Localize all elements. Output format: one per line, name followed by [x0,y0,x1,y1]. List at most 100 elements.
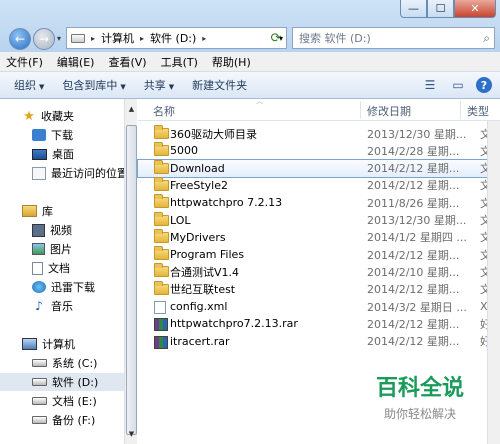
sort-arrow-icon: ︿ [256,97,263,105]
column-name[interactable]: 名称 [153,103,175,119]
sidebar-item-xunlei[interactable]: 迅雷下载 [32,278,95,296]
preview-pane-icon[interactable]: ▭ [448,76,468,94]
back-button[interactable]: ← [9,28,31,50]
menu-help[interactable]: 帮助(H) [212,54,251,70]
sidebar-computer[interactable]: 计算机 [22,335,75,353]
view-options-icon[interactable]: ☰ [420,76,440,94]
new-folder-button[interactable]: 新建文件夹 [192,77,247,93]
breadcrumb-separator-icon[interactable]: ▸ [140,34,144,43]
sidebar-favorites[interactable]: ★ 收藏夹 [22,107,74,125]
video-icon [32,223,45,237]
sidebar-item-desktop[interactable]: 桌面 [32,145,74,163]
sidebar-item-recent[interactable]: 最近访问的位置 [32,164,128,182]
maximize-button[interactable]: ☐ [427,0,454,18]
watermark-title: 百科全说 [375,376,464,401]
search-input[interactable]: 搜索 软件 (D:) ⌕ [292,27,495,49]
table-row[interactable]: 360驱动大师目录2013/12/30 星期...文件 [138,125,500,142]
organize-button[interactable]: 组织 ▼ [14,77,44,93]
scroll-up-icon[interactable]: ▲ [126,102,137,116]
file-date: 2014/2/12 星期... [367,179,460,193]
sidebar-item-label: 桌面 [52,148,74,161]
table-row[interactable]: MyDrivers2014/1/2 星期四 ...文件 [138,228,500,246]
table-row[interactable]: 世纪互联test2014/2/12 星期...文件 [138,280,500,298]
scroll-down-icon[interactable]: ▼ [126,427,137,441]
search-icon[interactable]: ⌕ [483,31,490,46]
menu-file[interactable]: 文件(F) [6,54,43,70]
menu-tools[interactable]: 工具(T) [161,54,198,70]
folder-icon [154,228,169,243]
view-controls: ☰ ▭ ? [420,76,492,94]
address-bar[interactable]: ▸ 计算机 ▸ 软件 (D:) ▸ ▾ [66,27,287,49]
menu-view[interactable]: 查看(V) [108,54,146,70]
archive-icon [154,335,168,349]
sidebar-item-documents[interactable]: 文档 [32,259,70,277]
xunlei-icon [32,281,46,293]
table-row[interactable]: Program Files2014/2/12 星期...文件 [138,246,500,263]
file-date: 2014/2/28 星期... [367,144,460,158]
file-date: 2013/12/30 星期... [367,127,467,141]
table-row[interactable]: httpwatchpro7.2.13.rar2014/2/12 星期...好压 [138,315,500,332]
refresh-button[interactable]: ⟳ [268,29,284,47]
sidebar-item-music[interactable]: ♪ 音乐 [32,297,73,315]
include-in-library-button[interactable]: 包含到库中 ▼ [62,77,125,93]
sidebar-item-pictures[interactable]: 图片 [32,240,72,258]
file-list-scrollbar[interactable] [487,121,500,444]
sidebar-item-label: 最近访问的位置 [51,167,128,180]
sidebar-libraries[interactable]: 库 [22,202,53,220]
window-controls: — ☐ ✕ [400,0,496,18]
file-name: httpwatchpro7.2.13.rar [170,317,298,331]
table-row[interactable]: httpwatchpro 7.2.132011/8/26 星期...文件 [138,194,500,211]
breadcrumb-drive-d[interactable]: 软件 (D:) [150,30,196,46]
table-row[interactable]: itracert.rar2014/2/12 星期...好压 [138,333,500,350]
sidebar-item-drive-f[interactable]: 备份 (F:) [32,411,95,429]
table-row[interactable]: FreeStyle22014/2/12 星期...文件 [138,176,500,194]
navigation-pane: ★ 收藏夹 下载 桌面 最近访问的位置 库 视频 图片 文档 迅雷下载 ♪ 音乐 计… [0,99,128,444]
scrollbar-thumb[interactable] [126,125,137,435]
recent-pages-dropdown[interactable]: ▾ [57,34,61,43]
file-name: 合通测试V1.4 [170,265,240,279]
minimize-button[interactable]: — [400,0,427,18]
sidebar-item-downloads[interactable]: 下载 [32,126,73,144]
desktop-icon [32,148,47,160]
computer-icon [22,338,37,350]
table-row[interactable]: LOL2013/12/30 星期...文件 [138,211,500,229]
dropdown-arrow-icon: ▼ [39,83,45,91]
table-row[interactable]: Download2014/2/12 星期...文件 [137,158,500,178]
close-button[interactable]: ✕ [454,0,496,18]
file-name: config.xml [170,300,228,313]
file-name: LOL [170,213,191,227]
file-date: 2014/1/2 星期四 ... [367,231,467,245]
column-divider[interactable] [460,101,461,119]
folder-icon [154,176,169,191]
watermark: 百科全说 助你轻松解决 [360,370,480,421]
sidebar-item-videos[interactable]: 视频 [32,221,72,239]
column-header: ︿ 名称 修改日期 类型 [138,97,500,121]
table-row[interactable]: config.xml2014/3/2 星期日 ...XML [138,298,500,315]
sidebar-item-drive-e[interactable]: 文档 (E:) [32,392,97,410]
column-modified[interactable]: 修改日期 [367,103,411,119]
watermark-subtitle: 助你轻松解决 [383,407,456,421]
column-type[interactable]: 类型 [467,103,489,119]
file-name: 5000 [170,144,198,158]
drive-icon [32,359,47,367]
share-button[interactable]: 共享 ▼ [144,77,174,93]
folder-icon [154,142,169,157]
forward-arrow-icon: → [38,32,50,46]
breadcrumb-separator-icon[interactable]: ▸ [202,34,206,43]
sidebar-item-drive-c[interactable]: 系统 (C:) [32,354,97,372]
recent-places-icon [32,166,46,180]
file-date: 2014/2/12 星期... [367,335,460,349]
sidebar-item-drive-d[interactable]: 软件 (D:) [0,373,125,391]
breadcrumb-computer[interactable]: 计算机 [101,30,134,46]
sidebar-item-label: 视频 [50,224,72,237]
menu-edit[interactable]: 编辑(E) [57,54,95,70]
sidebar-item-label: 音乐 [51,300,73,313]
breadcrumb-separator-icon[interactable]: ▸ [91,34,95,43]
table-row[interactable]: 50002014/2/28 星期...文件 [138,142,500,159]
forward-button[interactable]: → [33,28,55,50]
folder-icon [154,211,169,226]
help-icon[interactable]: ? [476,77,492,93]
table-row[interactable]: 合通测试V1.42014/2/10 星期...文件 [138,263,500,280]
column-divider[interactable] [360,101,361,119]
navigation-scrollbar[interactable]: ▲ ▼ [124,99,137,444]
